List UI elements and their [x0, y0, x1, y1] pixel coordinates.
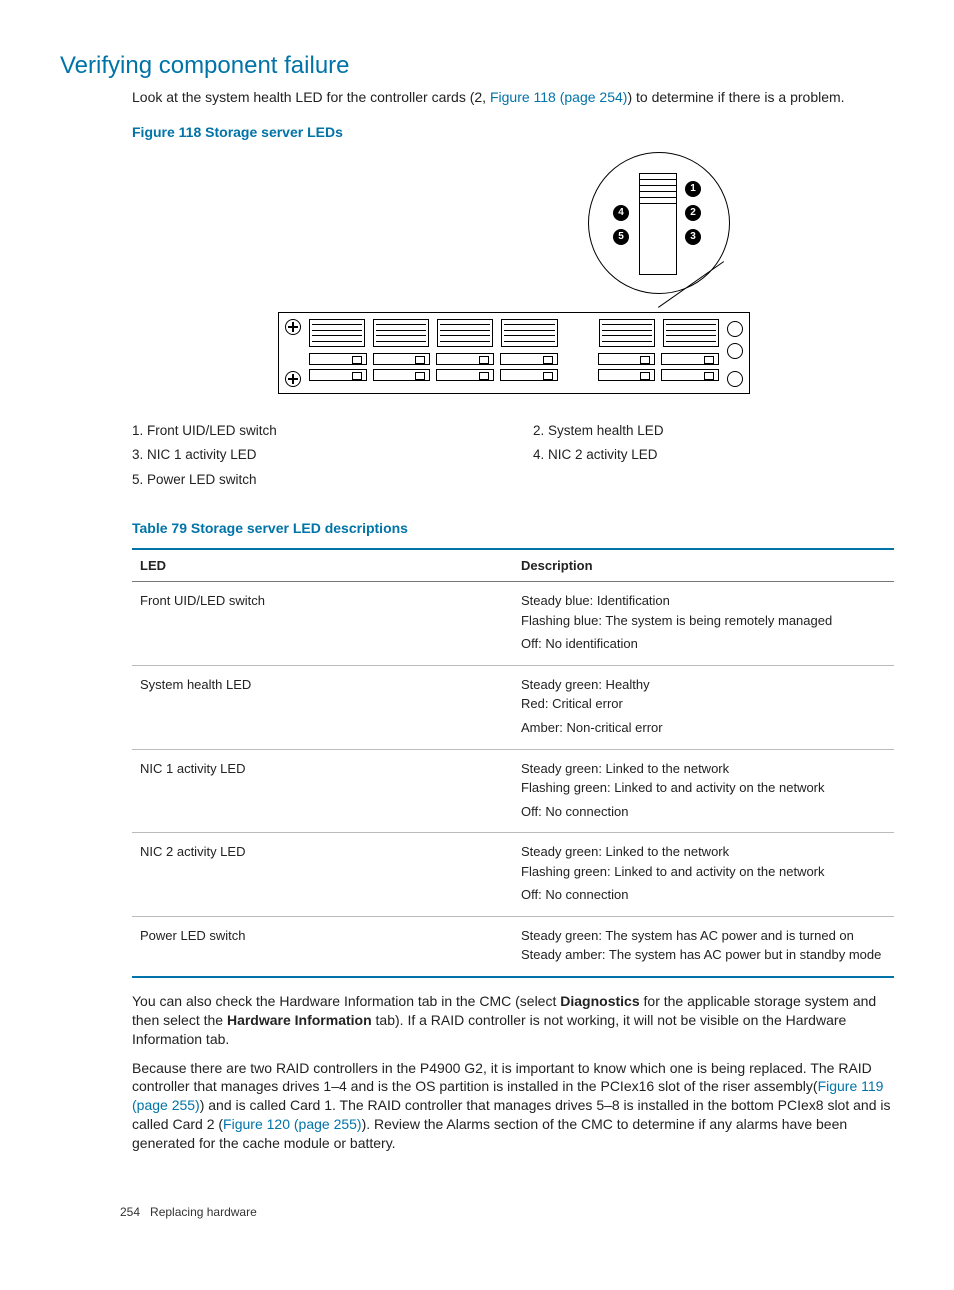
- intro-text-post: ) to determine if there is a problem.: [627, 89, 844, 105]
- figure-120-link[interactable]: Figure 120 (page 255): [223, 1116, 362, 1132]
- cell-description: Steady green: The system has AC power an…: [513, 916, 894, 977]
- figure-art: 1 2 3 4 5: [278, 152, 748, 402]
- diagnostics-bold: Diagnostics: [560, 993, 639, 1009]
- table-row: Front UID/LED switchSteady blue: Identif…: [132, 582, 894, 666]
- legend-item: 4. NIC 2 activity LED: [533, 446, 894, 464]
- figure-118: 1 2 3 4 5: [132, 152, 894, 489]
- section-heading: Verifying component failure: [60, 50, 894, 82]
- chapter-name: Replacing hardware: [150, 1205, 257, 1219]
- figure-caption: Figure 118 Storage server LEDs: [132, 123, 894, 142]
- legend-item: 5. Power LED switch: [132, 471, 493, 489]
- figure-118-link[interactable]: Figure 118 (page 254): [490, 89, 628, 105]
- callout-3: 3: [685, 229, 701, 245]
- cell-led: System health LED: [132, 665, 513, 749]
- callout-5: 5: [613, 229, 629, 245]
- callout-2: 2: [685, 205, 701, 221]
- cell-description: Steady green: Linked to the networkFlash…: [513, 833, 894, 917]
- table-row: Power LED switchSteady green: The system…: [132, 916, 894, 977]
- legend-item: 3. NIC 1 activity LED: [132, 446, 493, 464]
- legend-item: 1. Front UID/LED switch: [132, 422, 493, 440]
- hardware-info-bold: Hardware Information: [227, 1012, 372, 1028]
- cell-description: Steady blue: IdentificationFlashing blue…: [513, 582, 894, 666]
- legend-item: 2. System health LED: [533, 422, 894, 440]
- server-front-diagram: [278, 312, 750, 394]
- table-caption: Table 79 Storage server LED descriptions: [132, 519, 894, 538]
- figure-legend: 1. Front UID/LED switch 2. System health…: [132, 422, 894, 489]
- cell-description: Steady green: HealthyRed: Critical error…: [513, 665, 894, 749]
- intro-paragraph: Look at the system health LED for the co…: [132, 88, 894, 107]
- led-descriptions-table: LED Description Front UID/LED switchStea…: [132, 548, 894, 978]
- callout-1: 1: [685, 181, 701, 197]
- table-row: NIC 1 activity LEDSteady green: Linked t…: [132, 749, 894, 833]
- cell-description: Steady green: Linked to the networkFlash…: [513, 749, 894, 833]
- cell-led: NIC 1 activity LED: [132, 749, 513, 833]
- table-row: NIC 2 activity LEDSteady green: Linked t…: [132, 833, 894, 917]
- body-paragraph-1: You can also check the Hardware Informat…: [132, 992, 894, 1049]
- intro-text-pre: Look at the system health LED for the co…: [132, 89, 490, 105]
- cell-led: NIC 2 activity LED: [132, 833, 513, 917]
- page-footer: 254 Replacing hardware: [120, 1204, 257, 1220]
- cell-led: Front UID/LED switch: [132, 582, 513, 666]
- page-number: 254: [120, 1205, 140, 1219]
- cell-led: Power LED switch: [132, 916, 513, 977]
- table-row: System health LEDSteady green: HealthyRe…: [132, 665, 894, 749]
- callout-4: 4: [613, 205, 629, 221]
- col-header-description: Description: [513, 549, 894, 582]
- col-header-led: LED: [132, 549, 513, 582]
- zoom-detail-circle: 1 2 3 4 5: [588, 152, 730, 294]
- body-paragraph-2: Because there are two RAID controllers i…: [132, 1059, 894, 1153]
